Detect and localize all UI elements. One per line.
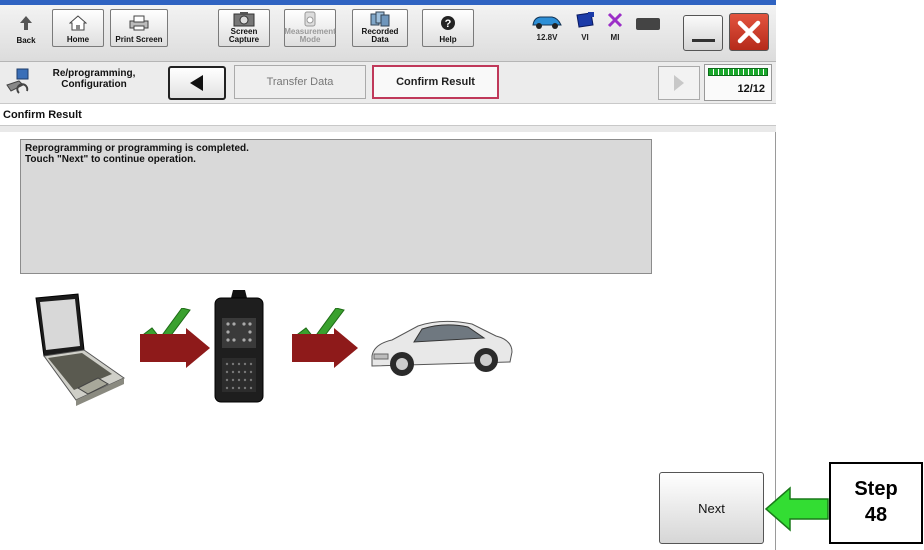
breadcrumb: Re/programming, Configuration Transfer D… <box>0 62 776 104</box>
help-icon: ? <box>423 10 473 36</box>
next-button-label: Next <box>698 500 725 516</box>
home-icon <box>53 10 103 36</box>
print-screen-button[interactable]: Print Screen <box>110 9 168 47</box>
home-label: Home <box>66 35 90 44</box>
triangle-left-icon <box>190 75 203 91</box>
recorded-data-icon <box>353 10 407 28</box>
laptop-icon <box>35 293 126 406</box>
arrow-right-icon <box>140 328 210 368</box>
car-battery-icon <box>532 16 562 29</box>
vi-device-icon <box>214 290 264 403</box>
battery-voltage: 12.8V <box>536 33 558 42</box>
screen-capture-label: Screen Capture <box>228 27 260 44</box>
breadcrumb-back-button[interactable] <box>168 66 226 100</box>
breadcrumb-step1-label: Re/programming, Configuration <box>52 68 136 90</box>
recorded-data-label: Recorded Data <box>361 27 399 44</box>
section-divider <box>0 126 776 132</box>
minimize-icon <box>692 39 715 42</box>
arrow-right-icon <box>292 328 358 368</box>
svg-text:?: ? <box>445 18 452 30</box>
battery-status: 12.8V <box>530 11 564 42</box>
measurement-mode-button[interactable]: Measurement Mode <box>284 9 336 47</box>
breadcrumb-step-reprogramming: Re/programming, Configuration <box>34 68 154 90</box>
help-label: Help <box>439 35 457 44</box>
help-button[interactable]: ? Help <box>422 9 474 47</box>
battery-indicator-icon <box>636 18 660 30</box>
mi-status: MI <box>606 11 624 42</box>
tab-transfer-data: Transfer Data <box>234 65 366 99</box>
close-icon <box>737 20 761 44</box>
progress-indicator: 12/12 <box>704 64 772 101</box>
home-button[interactable]: Home <box>52 9 104 47</box>
minimize-button[interactable] <box>683 15 723 51</box>
triangle-right-icon <box>674 75 684 91</box>
camera-icon <box>219 10 269 28</box>
step-label: Step <box>854 478 898 500</box>
message-line-1: Reprogramming or programming is complete… <box>25 143 249 154</box>
app-window: Back Home Print Screen Screen Capture Me… <box>0 0 776 550</box>
vi-status: VI <box>573 11 597 42</box>
meter-icon <box>285 10 335 28</box>
back-arrow-icon <box>6 9 46 37</box>
back-button[interactable]: Back <box>6 9 46 47</box>
section-title-text: Confirm Result <box>3 109 82 121</box>
message-line-2: Touch "Next" to continue operation. <box>25 154 196 165</box>
vi-device-icon <box>576 12 594 28</box>
print-screen-label: Print Screen <box>115 35 163 44</box>
back-label: Back <box>16 36 36 45</box>
recorded-data-button[interactable]: Recorded Data <box>352 9 408 47</box>
measurement-mode-label: Measurement Mode <box>284 27 336 44</box>
toolbar: Back Home Print Screen Screen Capture Me… <box>0 5 776 62</box>
reprogramming-icon <box>5 67 33 102</box>
step-number: 48 <box>864 504 888 526</box>
mi-disconnected-icon <box>607 12 623 28</box>
next-button[interactable]: Next <box>659 472 764 544</box>
vi-label: VI <box>581 33 589 42</box>
confirm-result-tab-label: Confirm Result <box>396 76 475 88</box>
transfer-data-label: Transfer Data <box>266 76 334 88</box>
mi-label: MI <box>610 33 620 42</box>
close-button[interactable] <box>729 13 769 51</box>
page-counter: 12/12 <box>737 83 765 95</box>
progress-bar <box>708 68 768 76</box>
section-title: Confirm Result <box>0 104 776 126</box>
callout-arrow-icon <box>764 486 829 532</box>
message-box: Reprogramming or programming is complete… <box>20 139 652 274</box>
screen-capture-button[interactable]: Screen Capture <box>218 9 270 47</box>
tab-confirm-result: Confirm Result <box>372 65 499 99</box>
breadcrumb-next-button[interactable] <box>658 66 700 100</box>
step-callout-box: Step 48 <box>829 462 923 544</box>
printer-icon <box>111 10 167 36</box>
car-icon <box>371 320 513 376</box>
process-illustration <box>26 290 546 412</box>
